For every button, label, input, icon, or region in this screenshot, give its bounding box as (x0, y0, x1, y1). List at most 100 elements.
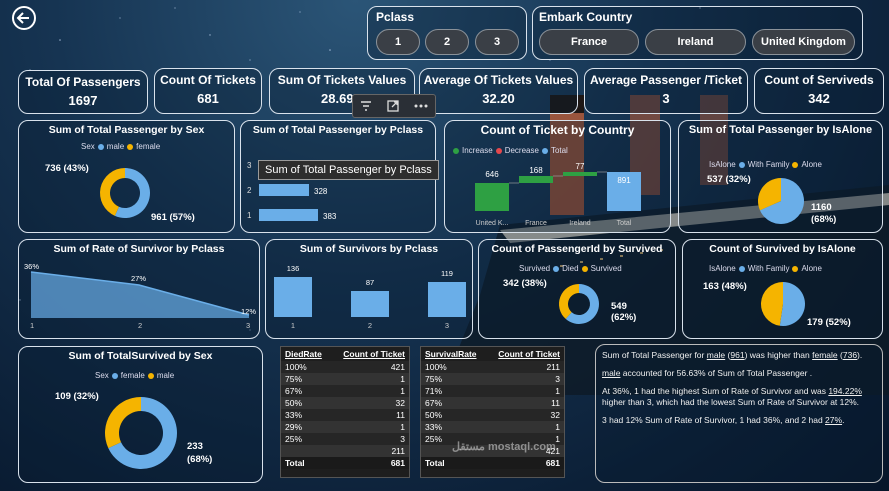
narrative-paragraph: 3 had 12% Sum of Rate of Survivor, 1 had… (602, 415, 845, 425)
survival-rate-table[interactable]: SurvivalRate Count of Ticket 100% 211 75%… (420, 346, 565, 478)
kpi-value: 681 (197, 91, 219, 106)
point-label-1: 36% (24, 262, 39, 271)
embark-option-ireland[interactable]: Ireland (645, 29, 746, 55)
cell (281, 445, 332, 457)
table-row: 75% 3 (421, 373, 564, 385)
cell: 67% (281, 385, 332, 397)
axis-label-1: 1 (30, 321, 34, 330)
table-row: 50% 32 (421, 409, 564, 421)
cell: 67% (421, 397, 487, 409)
chart-passenger-by-sex[interactable]: Sum of Total Passenger by Sex Sex male f… (18, 120, 235, 233)
pie-slice[interactable] (559, 284, 579, 319)
donut (758, 178, 804, 224)
area-chart: 36% 27% 12% 1 2 3 (24, 262, 256, 330)
axis-label-3: 3 (247, 161, 252, 170)
pie-slice[interactable] (761, 282, 783, 326)
axis-label-uk: United K... (476, 220, 509, 227)
focus-mode-icon[interactable] (386, 99, 400, 113)
donut-chart (559, 284, 599, 324)
cell: 3 (486, 373, 564, 385)
cell: 33% (281, 409, 332, 421)
table-row: 25% 3 (281, 433, 409, 445)
table-row: 71% 1 (421, 385, 564, 397)
table-row: 75% 1 (281, 373, 409, 385)
cell: 1 (486, 421, 564, 433)
col-header-diedrate[interactable]: DiedRate (281, 347, 331, 361)
axis-label-1: 1 (291, 321, 295, 330)
axis-label-ireland: Ireland (569, 220, 591, 227)
visual-header-toolbar (352, 94, 436, 118)
arrow-left-icon (16, 12, 29, 24)
table-row: 33% 1 (421, 421, 564, 433)
pie-slice[interactable] (779, 282, 805, 326)
cell: 50% (281, 397, 332, 409)
bar-pclass-2 (259, 184, 309, 196)
pie-label-alone: 163 (48%) (703, 281, 747, 292)
point-label-2: 27% (131, 274, 146, 283)
chart-totalsurvived-by-sex[interactable]: Sum of TotalSurvived by Sex Sex female m… (18, 346, 263, 483)
cell: 1 (331, 421, 409, 433)
pie-label-alone: 537 (32%) (707, 174, 751, 185)
bar-pclass-1 (259, 209, 318, 221)
col-header-survivalrate[interactable]: SurvivalRate (421, 347, 487, 361)
kpi-value: 3 (662, 91, 670, 106)
cell: 100% (421, 361, 487, 373)
embark-country-slicer: Embark Country France Ireland United Kin… (532, 6, 863, 60)
bar-pclass-2 (351, 291, 389, 317)
cell: 421 (331, 361, 409, 373)
cell: 3 (331, 433, 409, 445)
pclass-option-3[interactable]: 3 (475, 29, 519, 55)
value-label-2: 87 (366, 278, 374, 287)
cell: 1 (486, 385, 564, 397)
cell: 25% (281, 433, 332, 445)
kpi-label: Count of Serviveds (764, 73, 874, 87)
pie-label-died: 549 (611, 301, 627, 312)
chart-passenger-by-isalone[interactable]: Sum of Total Passenger by IsAlone IsAlon… (678, 120, 883, 233)
chart-survivors-by-pclass[interactable]: Sum of Survivors by Pclass 136 87 119 1 … (265, 239, 473, 339)
kpi-count-tickets: Count Of Tickets 681 (154, 68, 262, 114)
embark-option-uk[interactable]: United Kingdom (752, 29, 855, 55)
bar-label-1: 383 (323, 212, 337, 221)
smart-narrative: Sum of Total Passenger for male (961) wa… (595, 344, 883, 483)
value-label-1: 136 (287, 264, 300, 273)
narrative-paragraph: At 36%, 1 had the highest Sum of Rate of… (602, 386, 862, 407)
table-row: 67% 1 (281, 385, 409, 397)
waterfall-chart: 646 168 77 891 United K... France Irelan… (475, 162, 641, 227)
watermark: مستقل mostaql.com (452, 441, 556, 453)
chart-passengerid-by-survived[interactable]: Count of PassengerId by Survived Survive… (478, 239, 676, 339)
embark-option-france[interactable]: France (539, 29, 639, 55)
pclass-option-2[interactable]: 2 (425, 29, 469, 55)
filter-icon[interactable] (359, 99, 373, 113)
cell: 33% (421, 421, 487, 433)
died-rate-table[interactable]: DiedRate Count of Ticket 100% 421 75% 1 67… (280, 346, 410, 478)
pie-label-with-family-pct: (68%) (811, 214, 837, 225)
axis-label-total: Total (617, 220, 632, 227)
kpi-label: Average Passenger /Ticket (589, 73, 743, 87)
value-label-3: 119 (441, 269, 453, 278)
donut-chart (100, 168, 150, 218)
cell: 1 (331, 385, 409, 397)
pie-slice[interactable] (105, 397, 141, 449)
chart-rate-survivor-by-pclass[interactable]: Sum of Rate of Survivor by Pclass 36% 27… (18, 239, 260, 339)
cell: 71% (421, 385, 487, 397)
cell: 29% (281, 421, 332, 433)
back-button[interactable] (12, 6, 36, 30)
chart-survived-by-isalone[interactable]: Count of Survived by IsAlone IsAlone Wit… (682, 239, 883, 339)
value-label-ireland: 77 (576, 162, 585, 171)
axis-label-2: 2 (138, 321, 142, 330)
donut (559, 284, 599, 324)
table-row: 50% 32 (281, 397, 409, 409)
col-header-count-ticket[interactable]: Count of Ticket (331, 347, 409, 361)
chart-ticket-by-country[interactable]: Count of Ticket by Country Increase Decr… (444, 120, 671, 233)
value-label-france: 168 (529, 166, 543, 175)
axis-label-3: 3 (445, 321, 449, 330)
col-header-count-ticket[interactable]: Count of Ticket (487, 347, 564, 361)
kpi-total-passengers: Total Of Passengers 1697 (18, 70, 148, 114)
pclass-option-1[interactable]: 1 (376, 29, 420, 55)
value-label-uk: 646 (485, 170, 499, 179)
axis-label-3: 3 (246, 321, 250, 330)
donut (100, 168, 150, 218)
more-options-icon[interactable] (413, 99, 429, 113)
cell: 11 (486, 397, 564, 409)
donut (105, 397, 177, 469)
